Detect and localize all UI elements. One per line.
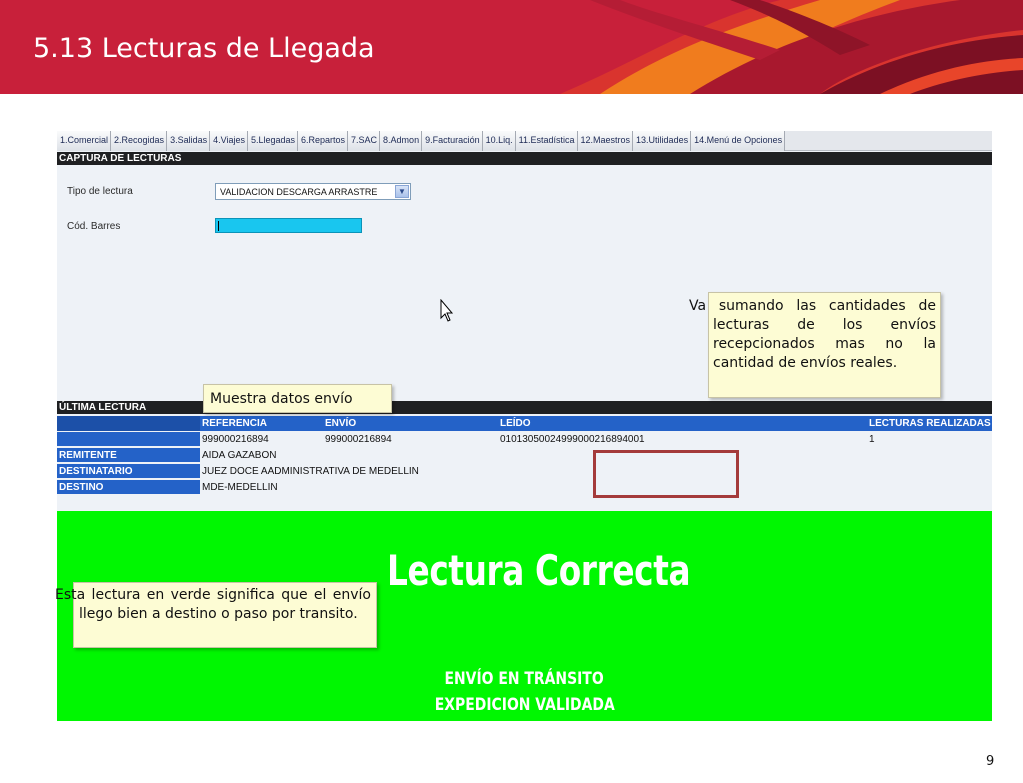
tab-repartos[interactable]: 6.Repartos <box>298 131 349 151</box>
result-line-1-text: ENVÍO EN TRÁNSITO <box>444 669 605 689</box>
header-envio: ENVÍO <box>325 418 357 429</box>
remitente-label: REMITENTE <box>57 448 200 463</box>
row-left-cell <box>57 432 200 447</box>
value-lecturas: 1 <box>869 434 875 445</box>
tab-viajes[interactable]: 4.Viajes <box>210 131 248 151</box>
header-left-cell <box>57 416 200 431</box>
table-row: REMITENTE AIDA GAZABON <box>57 448 992 463</box>
highlight-box <box>593 450 739 498</box>
tab-llegadas[interactable]: 5.Llegadas <box>247 131 298 151</box>
destinatario-label: DESTINATARIO <box>57 464 200 479</box>
tipo-lectura-label: Tipo de lectura <box>67 186 133 197</box>
destino-value: MDE-MEDELLIN <box>202 482 278 493</box>
callout-muestra: Muestra datos envío <box>203 384 392 413</box>
value-envio: 999000216894 <box>325 434 392 445</box>
header-referencia: REFERENCIA <box>202 418 268 429</box>
chevron-down-icon[interactable]: ▼ <box>395 185 409 198</box>
text-caret <box>218 221 219 231</box>
value-leido: 01013050024999000216894001 <box>500 434 645 445</box>
tab-estadistica[interactable]: 11.Estadística <box>515 131 578 151</box>
ultima-section-title: ÚLTIMA LECTURA <box>57 401 992 414</box>
tab-liq[interactable]: 10.Liq. <box>482 131 516 151</box>
tab-facturacion[interactable]: 9.Facturación <box>422 131 483 151</box>
menu-tabs: 1.Comercial 2.Recogidas 3.Salidas 4.Viaj… <box>57 131 992 151</box>
result-line-2-text: EXPEDICION VALIDADA <box>434 695 615 715</box>
tab-utilidades[interactable]: 13.Utilidades <box>633 131 692 151</box>
tab-recogidas[interactable]: 2.Recogidas <box>111 131 168 151</box>
destinatario-value: JUEZ DOCE AADMINISTRATIVA DE MEDELLIN <box>202 466 419 477</box>
tab-sac[interactable]: 7.SAC <box>348 131 381 151</box>
value-referencia: 999000216894 <box>202 434 269 445</box>
header-leido: LEÍDO <box>500 418 531 429</box>
tab-salidas[interactable]: 3.Salidas <box>167 131 211 151</box>
tab-menu-opciones[interactable]: 14.Menú de Opciones <box>691 131 786 151</box>
capture-section-title: CAPTURA DE LECTURAS <box>57 152 992 165</box>
result-line-2: EXPEDICION VALIDADA <box>57 695 992 715</box>
barcode-label: Cód. Barres <box>67 221 121 232</box>
table-row: 999000216894 999000216894 01013050024999… <box>57 432 992 447</box>
result-title: Lectura Correcta <box>387 546 691 595</box>
callout-sumando: Va sumando las cantidades de lecturas de… <box>689 292 941 398</box>
tipo-lectura-value: VALIDACION DESCARGA ARRASTRE <box>220 187 378 197</box>
slide-header: 5.13 Lecturas de Llegada <box>0 0 1023 94</box>
callout-verde: Esta lectura en verde significa que el e… <box>55 582 377 648</box>
mouse-cursor-icon <box>440 299 454 322</box>
tipo-lectura-select[interactable]: VALIDACION DESCARGA ARRASTRE ▼ <box>215 183 411 200</box>
slide-title: 5.13 Lecturas de Llegada <box>33 33 375 64</box>
barcode-input[interactable] <box>215 218 362 233</box>
page-number: 9 <box>986 754 995 769</box>
tab-admon[interactable]: 8.Admon <box>380 131 423 151</box>
destino-label: DESTINO <box>57 480 200 495</box>
table-header: REFERENCIA ENVÍO LEÍDO LECTURAS REALIZAD… <box>57 416 992 431</box>
tab-comercial[interactable]: 1.Comercial <box>57 131 112 151</box>
result-line-1: ENVÍO EN TRÁNSITO <box>57 669 992 689</box>
table-row: DESTINATARIO JUEZ DOCE AADMINISTRATIVA D… <box>57 464 992 479</box>
remitente-value: AIDA GAZABON <box>202 450 277 461</box>
tab-maestros[interactable]: 12.Maestros <box>577 131 634 151</box>
table-row: DESTINO MDE-MEDELLIN <box>57 480 992 495</box>
header-lecturas: LECTURAS REALIZADAS <box>869 418 991 429</box>
